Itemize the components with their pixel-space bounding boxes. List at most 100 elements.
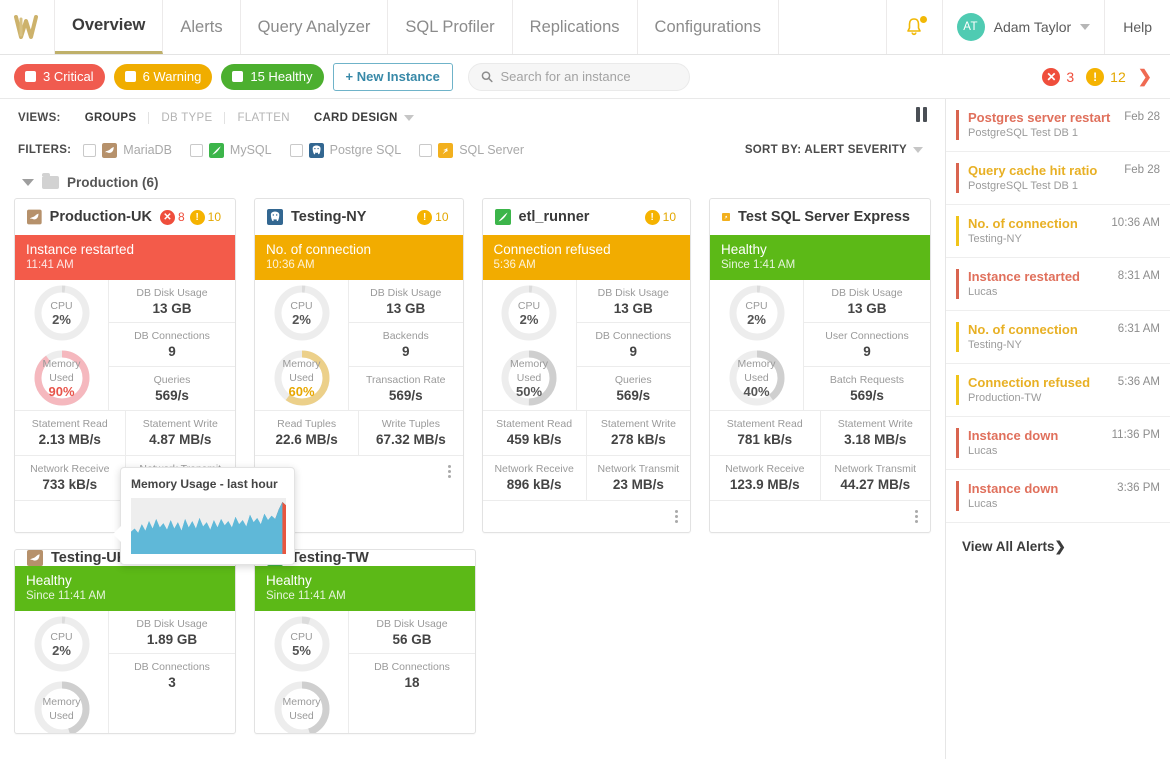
tab-configurations[interactable]: Configurations [638, 0, 779, 54]
gauge-column: CPU 2% Memory Used 40% [710, 280, 804, 410]
search-input[interactable] [500, 69, 677, 84]
filter-postgresql[interactable]: Postgre SQL [289, 142, 401, 158]
gauge-cell: CPU 2% [255, 280, 348, 345]
filter-mariadb[interactable]: MariaDB [83, 142, 172, 158]
instance-card-testing-uk[interactable]: Testing-UK Healthy Since 11:41 AM CPU 2% Memo… [14, 549, 236, 734]
gauge-text: Memory Used [273, 695, 331, 723]
instance-card-test-sql-server-express[interactable]: Test SQL Server Express Healthy Since 1:41… [709, 198, 931, 533]
new-instance-label: + New Instance [345, 69, 440, 84]
stat-value: 781 kB/s [737, 432, 793, 447]
tab-sql-profiler[interactable]: SQL Profiler [388, 0, 513, 54]
status-subtitle: 10:36 AM [266, 259, 315, 271]
stat-label: Network Receive [30, 463, 110, 475]
warning-count: 12 [1110, 68, 1126, 85]
stat-pair-cell: Statement Read 2.13 MB/s [15, 411, 125, 455]
alert-item[interactable]: Instance restarted Lucas 8:31 AM [946, 258, 1170, 311]
checkbox-icon [124, 71, 136, 82]
gauge-memory-used: Memory Used [273, 680, 331, 733]
card-design-dropdown[interactable]: CARD DESIGN [302, 112, 414, 124]
stat-row-3: Network Receive 896 kB/s Network Transmit 2… [482, 455, 690, 500]
gauge-cell: CPU 2% [483, 280, 576, 345]
alert-item[interactable]: Postgres server restart PostgreSQL Test D… [946, 99, 1170, 152]
alert-item[interactable]: No. of connection Testing-NY 10:36 AM [946, 205, 1170, 258]
stat-row-3: Network Receive 123.9 MB/s Network Transmi… [710, 455, 930, 500]
gauge-text: CPU 2% [50, 630, 72, 658]
gauge-text: CPU 2% [745, 299, 767, 327]
filter-mysql[interactable]: MySQL [189, 142, 272, 158]
tab-alerts[interactable]: Alerts [163, 0, 241, 54]
filter-warning-button[interactable]: 6 Warning [113, 63, 213, 90]
stat-cell: DB Connections 9 [109, 323, 235, 367]
stat-pair-cell: Statement Write 278 kB/s [585, 411, 690, 455]
alert-item[interactable]: Connection refused Production-TW 5:36 AM [946, 364, 1170, 417]
card-menu-icon[interactable] [675, 510, 678, 523]
stat-value: 123.9 MB/s [729, 477, 800, 492]
critical-icon: ✕ [1042, 67, 1061, 86]
sort-by-dropdown[interactable]: SORT BY: ALERT SEVERITY [745, 144, 927, 156]
filter-sqlserver[interactable]: SQL Server [419, 142, 524, 158]
postgresql-icon [308, 142, 324, 158]
tab-replications[interactable]: Replications [513, 0, 638, 54]
app-logo[interactable] [0, 0, 55, 54]
view-db-type[interactable]: DB TYPE [149, 112, 226, 124]
stat-value: 9 [863, 343, 871, 359]
user-menu[interactable]: AT Adam Taylor [943, 0, 1106, 54]
alert-body: Instance down Lucas [968, 428, 1103, 458]
alert-item[interactable]: Instance down Lucas 3:36 PM [946, 470, 1170, 523]
alert-item[interactable]: Instance down Lucas 11:36 PM [946, 417, 1170, 470]
alert-item[interactable]: Query cache hit ratio PostgreSQL Test DB … [946, 152, 1170, 205]
view-groups[interactable]: GROUPS [73, 112, 150, 124]
tab-query-analyzer-label: Query Analyzer [257, 17, 371, 36]
card-menu-icon[interactable] [447, 465, 451, 478]
alert-title: No. of connection [968, 322, 1078, 337]
nav-spacer [779, 0, 887, 54]
stat-label: DB Connections [134, 661, 210, 674]
views-row: VIEWS: GROUPS DB TYPE FLATTEN CARD DESIG… [0, 99, 945, 133]
new-instance-button[interactable]: + New Instance [332, 62, 453, 91]
stat-value: 459 kB/s [506, 432, 562, 447]
card-row-2: Testing-UK Healthy Since 11:41 AM CPU 2% Memo… [14, 549, 931, 734]
alert-severity-stripe [956, 428, 959, 458]
tab-query-analyzer[interactable]: Query Analyzer [241, 0, 389, 54]
card-footer [482, 500, 690, 532]
checkbox-icon[interactable] [289, 143, 303, 157]
stat-value: 569/s [616, 387, 651, 403]
alert-severity-stripe [956, 375, 959, 405]
card-body: CPU 2% Memory Used 60% DB Disk Usage 13 GB Bac… [255, 280, 463, 410]
filter-critical-button[interactable]: 3 Critical [14, 63, 105, 90]
checkbox-icon[interactable] [419, 143, 433, 157]
sqlserver-icon [722, 212, 731, 222]
checkbox-icon[interactable] [189, 143, 203, 157]
instance-card-etl-runner[interactable]: etl_runner! 10 Connection refused 5:36 AM CP… [481, 198, 691, 533]
stat-label: Read Tuples [277, 418, 337, 430]
chevron-down-icon[interactable] [22, 179, 34, 186]
help-link[interactable]: Help [1105, 0, 1170, 54]
tab-overview[interactable]: Overview [55, 0, 164, 54]
group-header-production[interactable]: Production (6) [0, 167, 945, 196]
view-flatten[interactable]: FLATTEN [225, 112, 301, 124]
badge-red-icon: ✕ [159, 209, 175, 225]
stat-cell: DB Disk Usage 13 GB [804, 280, 930, 324]
pause-button[interactable] [916, 107, 927, 122]
card-body: CPU 2% Memory Used 50% DB Disk Usage 13 GB DB … [483, 280, 690, 410]
filter-healthy-button[interactable]: 15 Healthy [221, 63, 324, 90]
stat-value: 18 [404, 675, 420, 691]
card-menu-icon[interactable] [915, 510, 918, 523]
stat-cell: User Connections 9 [804, 323, 930, 367]
status-banner: Healthy Since 11:41 AM [255, 566, 475, 611]
stat-value: 1.89 GB [146, 631, 198, 647]
stat-value: 13 GB [152, 300, 192, 316]
checkbox-icon[interactable] [83, 143, 97, 157]
badge-yel-count: 10 [207, 210, 221, 224]
chevron-right-icon[interactable]: ❯ [1138, 67, 1152, 87]
view-all-alerts-link[interactable]: View All Alerts❯ [946, 523, 1170, 555]
notifications-button[interactable] [887, 0, 943, 54]
stat-cell: Batch Requests 569/s [804, 367, 930, 410]
search-box[interactable] [467, 62, 690, 91]
filter-mariadb-label: MariaDB [123, 143, 172, 157]
warning-icon: ! [1086, 67, 1105, 86]
instance-card-testing-tw[interactable]: Testing-TW Healthy Since 11:41 AM CPU 5% Memo… [254, 549, 476, 734]
stat-cell: DB Disk Usage 56 GB [349, 611, 475, 655]
stat-cell: DB Disk Usage 1.89 GB [109, 611, 235, 655]
alert-item[interactable]: No. of connection Testing-NY 6:31 AM [946, 311, 1170, 364]
